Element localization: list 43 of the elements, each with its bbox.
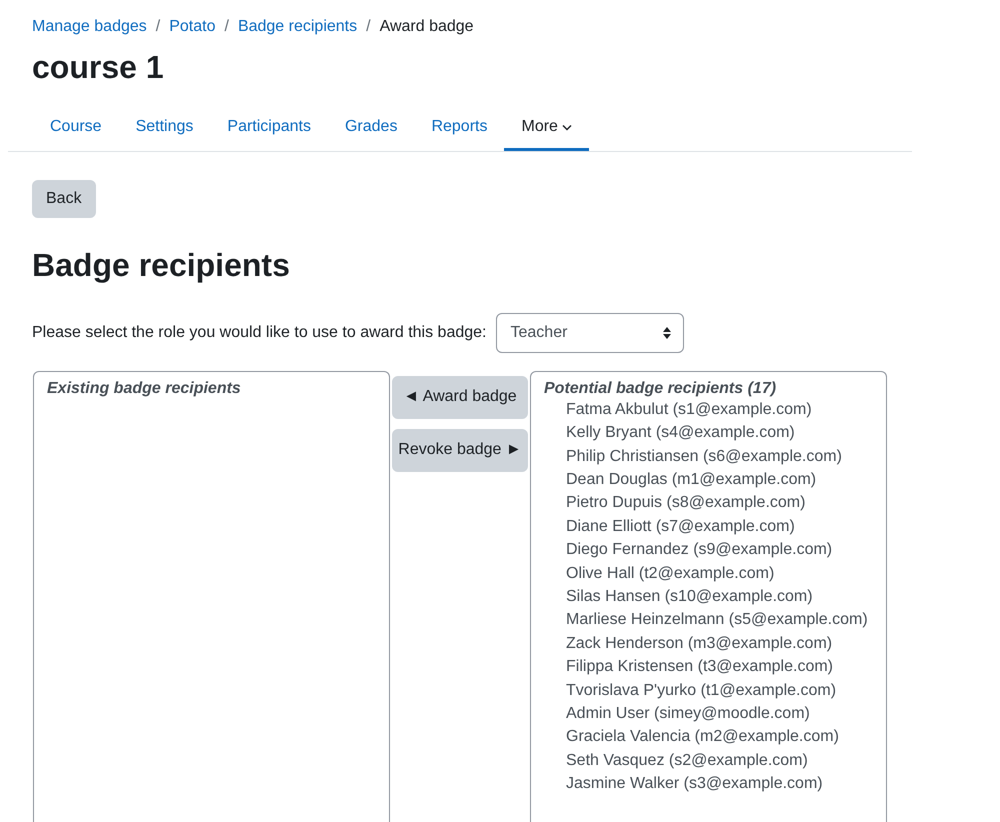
existing-recipients-list[interactable]: Existing badge recipients [33,370,390,822]
list-option[interactable]: Diego Fernandez (s9@example.com) [544,538,873,562]
list-option[interactable]: Tvorislava P'yurko (t1@example.com) [544,678,873,702]
breadcrumb-separator: / [224,18,229,36]
sort-arrows-icon [662,326,670,339]
revoke-badge-button[interactable]: Revoke badge ► [392,428,528,472]
list-option[interactable]: Seth Vasquez (s2@example.com) [544,748,873,772]
back-button[interactable]: Back [32,180,96,218]
breadcrumb-link[interactable]: Manage badges [32,18,147,36]
role-prompt: Please select the role you would like to use to award this badge: [32,324,486,342]
breadcrumb-link[interactable]: Potato [169,18,216,36]
list-option[interactable]: Admin User (simey@moodle.com) [544,702,873,726]
breadcrumb-text: Award badge [380,18,474,36]
role-select[interactable]: Teacher [496,312,684,353]
course-title: course 1 [32,48,165,86]
nav-tab[interactable]: Settings [118,106,210,152]
list-option[interactable]: Jasmine Walker (s3@example.com) [544,772,873,796]
list-group-label: Potential badge recipients (17) [544,380,778,398]
list-group-label: Existing badge recipients [47,380,242,398]
list-option[interactable]: Filippa Kristensen (t3@example.com) [544,655,873,679]
chevron-down-icon [562,124,572,131]
nav-tab[interactable]: More [504,106,589,152]
list-option[interactable]: Kelly Bryant (s4@example.com) [544,421,873,445]
breadcrumb-link[interactable]: Badge recipients [238,18,358,36]
award-badge-button[interactable]: ◄ Award badge [392,376,528,419]
list-option[interactable]: Silas Hansen (s10@example.com) [544,585,873,608]
nav-tab[interactable]: Participants [210,106,328,152]
page-heading: Badge recipients [32,246,291,285]
list-option[interactable]: Zack Henderson (m3@example.com) [544,632,873,656]
list-option[interactable]: Philip Christiansen (s6@example.com) [544,444,873,468]
breadcrumb-separator: / [156,18,160,36]
nav-tab[interactable]: Grades [328,106,414,152]
list-option[interactable]: Diane Elliott (s7@example.com) [544,514,873,538]
breadcrumb-separator: / [366,18,371,36]
potential-recipients-list[interactable] [530,370,887,822]
list-option[interactable]: Olive Hall (t2@example.com) [544,562,873,586]
list-option[interactable]: Dean Douglas (m1@example.com) [544,468,873,492]
nav-tab[interactable]: Course [33,106,119,152]
list-option[interactable]: Fatma Akbulut (s1@example.com) [544,398,873,422]
list-option[interactable]: Pietro Dupuis (s8@example.com) [544,491,873,515]
nav-tab[interactable]: Reports [414,106,504,152]
list-option[interactable]: Marliese Heinzelmann (s5@example.com) [544,608,873,632]
list-option[interactable]: Graciela Valencia (m2@example.com) [544,725,873,749]
